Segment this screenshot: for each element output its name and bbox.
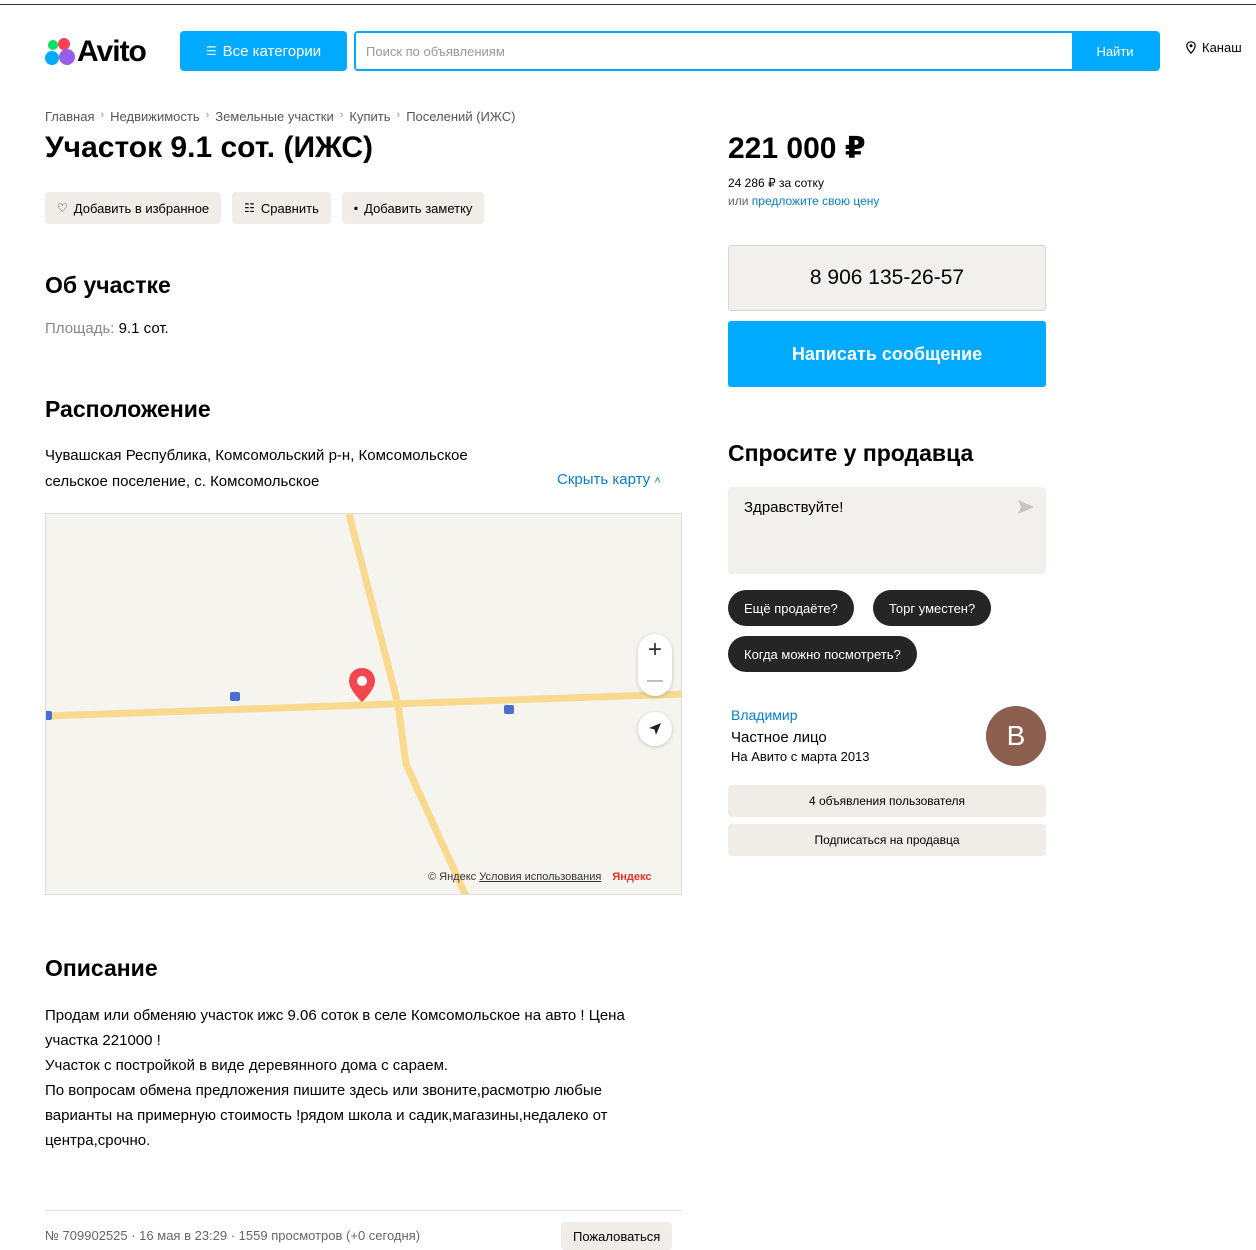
price: 221 000 ₽ bbox=[728, 132, 866, 165]
breadcrumb-item[interactable]: Главная bbox=[45, 109, 94, 124]
search-box: Найти bbox=[354, 31, 1160, 71]
write-message-button[interactable]: Написать сообщение bbox=[728, 321, 1046, 387]
map-roads bbox=[46, 514, 681, 894]
header: Avito ☰ Все категории Найти Канаш bbox=[0, 30, 1256, 74]
hide-map-link[interactable]: Скрыть карту ˄ bbox=[557, 471, 661, 488]
address-line: сельское поселение, с. Комсомольское bbox=[45, 473, 320, 490]
complain-button[interactable]: Пожаловаться bbox=[561, 1222, 673, 1250]
seller-type: Частное лицо bbox=[731, 729, 827, 746]
all-categories-button[interactable]: ☰ Все категории bbox=[180, 31, 347, 71]
location-pin-icon bbox=[1186, 41, 1196, 54]
compare-button[interactable]: ☷ Сравнить bbox=[232, 192, 331, 224]
heart-icon: ♡ bbox=[57, 201, 68, 215]
page-title: Участок 9.1 сот. (ИЖС) bbox=[45, 131, 374, 164]
map-attribution: © Яндекс Условия использования Яндекс bbox=[428, 871, 652, 883]
offer-price-link[interactable]: предложите свою цену bbox=[752, 194, 880, 208]
note-icon: ▪ bbox=[353, 201, 359, 215]
location-selector[interactable]: Канаш bbox=[1186, 40, 1242, 55]
description-line: варианты на примерную стоимость !рядом ш… bbox=[45, 1107, 608, 1124]
breadcrumb-separator: › bbox=[396, 109, 401, 121]
map-terms-link[interactable]: Условия использования bbox=[479, 871, 601, 883]
area-value: 9.1 сот. bbox=[118, 320, 169, 337]
quick-question-chip[interactable]: Торг уместен? bbox=[873, 590, 992, 626]
add-note-button[interactable]: ▪ Добавить заметку bbox=[341, 192, 485, 224]
footer-divider bbox=[45, 1210, 682, 1211]
avito-logo[interactable]: Avito bbox=[45, 34, 147, 70]
show-phone-button[interactable]: 8 906 135-26-57 bbox=[728, 245, 1046, 311]
avatar[interactable]: В bbox=[986, 706, 1046, 766]
map-pin-icon bbox=[349, 668, 375, 702]
description-line: По вопросам обмена предложения пишите зд… bbox=[45, 1082, 602, 1099]
description-line: центра,срочно. bbox=[45, 1132, 151, 1149]
address: Чувашская Республика, Комсомольский р-н,… bbox=[45, 443, 535, 495]
categories-search-icon: ☰ bbox=[205, 44, 217, 58]
breadcrumb-separator: › bbox=[339, 109, 344, 121]
add-favorite-button[interactable]: ♡ Добавить в избранное bbox=[45, 192, 222, 224]
offer-price: или предложите свою цену bbox=[728, 194, 879, 208]
map[interactable]: + — © Яндекс Условия использования Яндек… bbox=[45, 513, 682, 895]
listing-meta: № 709902525 · 16 мая в 23:29 · 1559 прос… bbox=[45, 1228, 421, 1243]
navigation-arrow-icon bbox=[649, 723, 661, 735]
add-note-label: Добавить заметку bbox=[364, 200, 473, 216]
breadcrumb: Главная › Недвижимость › Земельные участ… bbox=[45, 109, 515, 124]
description-line: Участок с постройкой в виде деревянного … bbox=[45, 1057, 449, 1074]
subscribe-seller-button[interactable]: Подписаться на продавца bbox=[728, 824, 1046, 856]
item-actions: ♡ Добавить в избранное ☷ Сравнить ▪ Доба… bbox=[45, 192, 485, 224]
chevron-up-icon: ˄ bbox=[654, 475, 661, 487]
breadcrumb-item[interactable]: Поселений (ИЖС) bbox=[406, 109, 515, 124]
price-per-unit: 24 286 ₽ за сотку bbox=[728, 176, 824, 190]
hide-map-label: Скрыть карту bbox=[557, 471, 651, 488]
address-line: Чувашская Республика, Комсомольский р-н,… bbox=[45, 447, 468, 464]
search-input[interactable] bbox=[356, 33, 1072, 69]
seller-name-link[interactable]: Владимир bbox=[731, 707, 798, 723]
about-heading: Об участке bbox=[45, 272, 171, 298]
compare-icon: ☷ bbox=[244, 201, 255, 215]
logo-text: Avito bbox=[77, 35, 147, 68]
ask-seller-heading: Спросите у продавца bbox=[728, 440, 974, 466]
seller-listings-button[interactable]: 4 объявления пользователя bbox=[728, 785, 1046, 817]
logo-dots-icon bbox=[45, 37, 75, 67]
zoom-control: + — bbox=[638, 634, 672, 696]
top-border bbox=[0, 4, 1256, 5]
description-line: Продам или обменяю участок ижс 9.06 сото… bbox=[45, 1007, 625, 1024]
search-button[interactable]: Найти bbox=[1072, 33, 1158, 69]
description-line: участка 221000 ! bbox=[45, 1032, 161, 1049]
description-heading: Описание bbox=[45, 955, 158, 981]
breadcrumb-item[interactable]: Купить bbox=[349, 109, 390, 124]
breadcrumb-separator: › bbox=[100, 109, 105, 121]
geolocation-button[interactable] bbox=[638, 712, 672, 746]
seller-since: На Авито с марта 2013 bbox=[731, 749, 870, 764]
breadcrumb-item[interactable]: Недвижимость bbox=[110, 109, 199, 124]
add-favorite-label: Добавить в избранное bbox=[73, 200, 210, 216]
zoom-in-button[interactable]: + bbox=[638, 634, 672, 665]
map-copyright: © Яндекс bbox=[428, 871, 477, 883]
breadcrumb-separator: › bbox=[205, 109, 210, 121]
description-text: Продам или обменяю участок ижс 9.06 сото… bbox=[45, 1003, 682, 1153]
zoom-out-button[interactable]: — bbox=[638, 665, 672, 696]
breadcrumb-item[interactable]: Земельные участки bbox=[215, 109, 333, 124]
location-heading: Расположение bbox=[45, 396, 211, 422]
all-categories-label: Все категории bbox=[222, 42, 322, 60]
offer-prefix: или bbox=[728, 194, 749, 208]
compare-label: Сравнить bbox=[260, 200, 319, 216]
ask-message-input[interactable]: Здравствуйте! bbox=[728, 487, 1046, 574]
area-info: Площадь: 9.1 сот. bbox=[45, 320, 169, 337]
location-label: Канаш bbox=[1202, 40, 1242, 55]
quick-question-chip[interactable]: Ещё продаёте? bbox=[728, 590, 854, 626]
send-icon[interactable] bbox=[1018, 500, 1034, 514]
area-label: Площадь: bbox=[45, 320, 115, 337]
yandex-logo[interactable]: Яндекс bbox=[612, 871, 651, 883]
quick-question-chip[interactable]: Когда можно посмотреть? bbox=[728, 636, 917, 672]
